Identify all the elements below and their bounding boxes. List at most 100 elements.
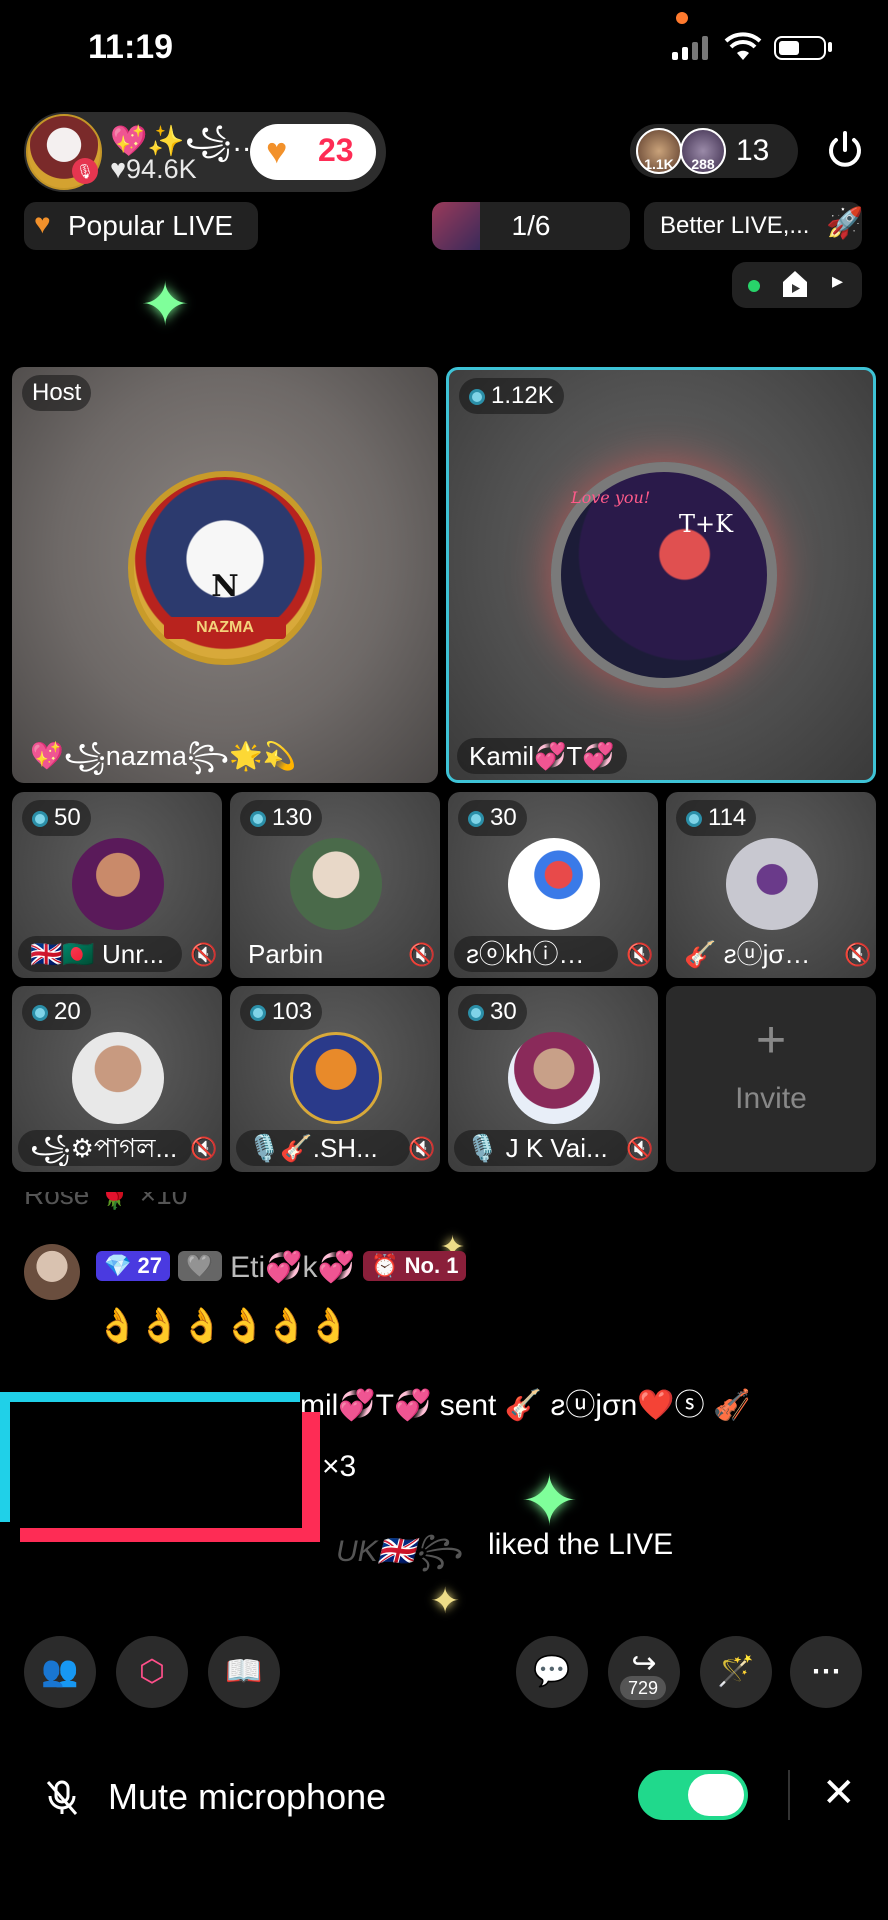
guest-name: ꧁⚙পাগল... (18, 1130, 192, 1166)
guest-count-badge: 30 (458, 994, 527, 1030)
host-tile-avatar: N NAZMA (128, 471, 322, 665)
guest-count-badge: 103 (240, 994, 323, 1030)
guest-count-badge: 130 (240, 800, 323, 836)
divider (788, 1770, 790, 1820)
coin-icon (250, 1005, 266, 1021)
book-icon[interactable]: 📖 (208, 1636, 280, 1708)
chat-bubble-icon[interactable]: 💬 (516, 1636, 588, 1708)
share-button[interactable]: ↪ 729 (608, 1636, 680, 1708)
coin-icon (468, 1005, 484, 1021)
guest-avatar (290, 838, 382, 930)
mic-off-icon: 🔇 (408, 1136, 436, 1161)
guest-name: 🎸 ƨⓤjσ… (684, 939, 811, 969)
battery-icon (774, 36, 826, 60)
chat-faded-message: Rose 🌹 ×10 (24, 1179, 188, 1210)
guest-avatar (72, 1032, 164, 1124)
box-icon[interactable]: ⬡ (116, 1636, 188, 1708)
coin-icon (32, 1005, 48, 1021)
guest-count-badge: 20 (22, 994, 91, 1030)
mic-off-icon: 🔇 (844, 942, 872, 967)
magic-wand-icon[interactable]: 🪄 (700, 1636, 772, 1708)
mute-microphone-label: Mute microphone (108, 1776, 387, 1817)
guest-avatar (290, 1032, 382, 1124)
guest-name: 🇬🇧🇧🇩 Unr... (18, 936, 182, 972)
coin-icon (32, 811, 48, 827)
avatar-initial: N (211, 569, 239, 604)
guest-name: 🎙️ J K Vai... (454, 1130, 628, 1166)
like-username: UK🇬🇧꧂ (336, 1535, 462, 1568)
coin-icon (686, 811, 702, 827)
mic-off-icon: 🔇 (626, 942, 654, 967)
viewer-avatar[interactable]: 1.1K (636, 128, 682, 174)
mic-off-icon: 🔇 (190, 942, 218, 967)
guest-tile[interactable]: 50 🇬🇧🇧🇩 Unr... 🔇 (12, 792, 222, 978)
viewer-count: 13 (736, 134, 770, 167)
heart-icon: ♥ (34, 208, 51, 239)
mic-off-icon (46, 1780, 78, 1815)
fan-badge: 🩶 (178, 1251, 222, 1281)
gift-thumbnail (432, 202, 480, 250)
guest-count-badge: 30 (458, 800, 527, 836)
chat-username[interactable]: Eti💞k💞 (230, 1251, 355, 1284)
host-mic-muted-icon: 🎙 (72, 158, 98, 184)
mic-off-icon: 🔇 (408, 942, 436, 967)
avatar-caption: Love you! (571, 488, 651, 507)
guest-tile[interactable]: 130 Parbin 🔇 (230, 792, 440, 978)
sparkle-decoration: ✦ (140, 271, 191, 338)
toggle-knob (688, 1774, 744, 1816)
mic-off-icon: 🔇 (626, 1136, 654, 1161)
chevron-right-icon: ▸ (832, 268, 844, 293)
guest-avatar (508, 1032, 600, 1124)
like-count: 23 (318, 132, 354, 168)
coin-icon (469, 389, 485, 405)
more-icon[interactable]: ⋯ (790, 1636, 862, 1708)
level-badge: 💎 27 (96, 1251, 170, 1281)
invite-button[interactable]: + Invite (666, 986, 876, 1172)
plus-icon: + (755, 1011, 787, 1069)
chat-message-header: 💎 27 🩶 Eti💞k💞 ⏰ No. 1 (96, 1250, 467, 1285)
rank-badge: ⏰ No. 1 (363, 1251, 467, 1281)
guest-tile[interactable]: 20 ꧁⚙পাগল... 🔇 (12, 986, 222, 1172)
guest-name: 🎙️🎸.SH... (236, 1130, 410, 1166)
heart-icon: ♥ (266, 130, 288, 171)
coin-icon (468, 811, 484, 827)
guest-avatar (508, 838, 600, 930)
share-count: 729 (620, 1676, 667, 1700)
coin-icon (250, 811, 266, 827)
wifi-icon (724, 32, 762, 60)
guests-icon[interactable]: 👥 (24, 1636, 96, 1708)
guest-name: ƨⓞkhⓘ… (454, 936, 618, 972)
host-like-total: ♥94.6K (110, 154, 197, 184)
home-icon (783, 271, 807, 297)
guest-tile-avatar: Love you! T+K (551, 462, 777, 688)
gift-message: mil💞T💞 sent 🎸 ƨⓤjσn❤️ⓢ 🎻 (300, 1389, 751, 1422)
status-time: 11:19 (88, 28, 174, 66)
guest-tile[interactable]: 30 🎙️ J K Vai... 🔇 (448, 986, 658, 1172)
chat-user-avatar[interactable] (24, 1244, 80, 1300)
host-video-tile[interactable]: Host N NAZMA 💖꧁nazma꧂🌟💫 (12, 367, 438, 783)
close-icon[interactable]: ✕ (822, 1770, 856, 1816)
gift-multiplier: ×3 (322, 1450, 357, 1483)
signal-icon (672, 36, 708, 60)
power-icon[interactable] (820, 126, 870, 176)
guest-tile[interactable]: 103 🎙️🎸.SH... 🔇 (230, 986, 440, 1172)
guest-avatar (72, 838, 164, 930)
battery-tip (828, 42, 832, 52)
online-dot (748, 280, 760, 292)
guest-tile[interactable]: 114 🎸 ƨⓤjσ… 🔇 (666, 792, 876, 978)
mic-off-icon: 🔇 (190, 1136, 218, 1161)
guest-video-tile-kamil[interactable]: 1.12K Love you! T+K Kamil💞T💞 (446, 367, 876, 783)
sticker-overlay (0, 1392, 320, 1542)
avatar-banner: NAZMA (164, 617, 286, 639)
popular-live-tag[interactable]: Popular LIVE (24, 202, 258, 250)
guest-tile[interactable]: 30 ƨⓞkhⓘ… 🔇 (448, 792, 658, 978)
guest-count-badge: 1.12K (459, 378, 564, 414)
viewer-avatar[interactable]: 288 (680, 128, 726, 174)
guest-name: Parbin (248, 939, 324, 969)
guest-count-badge: 50 (22, 800, 91, 836)
rocket-icon: 🚀 (826, 207, 864, 240)
host-tile-name: 💖꧁nazma꧂🌟💫 (30, 741, 297, 771)
guest-avatar (726, 838, 818, 930)
host-badge: Host (22, 375, 92, 411)
guest-count-badge: 114 (676, 800, 757, 836)
